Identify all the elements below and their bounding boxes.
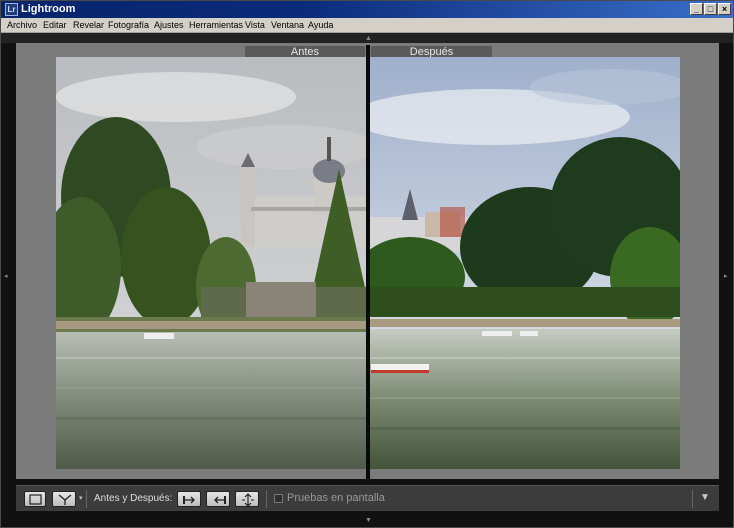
bottom-toolbar: ▾ Antes y Después: Pruebas en pantalla ▼ <box>16 485 719 511</box>
before-after-divider[interactable] <box>366 45 370 481</box>
window-title: Lightroom <box>21 3 76 15</box>
menu-ventana[interactable]: Ventana <box>271 19 304 31</box>
menu-bar: Archivo Editar Revelar Fotografía Ajuste… <box>1 18 733 33</box>
menu-revelar[interactable]: Revelar <box>73 19 104 31</box>
swap-vertical-icon[interactable] <box>235 491 259 507</box>
menu-fotografia[interactable]: Fotografía <box>108 19 149 31</box>
after-photo[interactable] <box>370 57 680 469</box>
menu-archivo[interactable]: Archivo <box>7 19 37 31</box>
top-panel-toggle-icon[interactable]: ▲ <box>365 35 372 43</box>
menu-ajustes[interactable]: Ajustes <box>154 19 184 31</box>
view-options-chevron-down-icon[interactable]: ▾ <box>79 495 83 503</box>
soft-proofing-checkbox[interactable] <box>274 494 283 503</box>
soft-proofing-label: Pruebas en pantalla <box>287 492 385 504</box>
before-photo[interactable] <box>56 57 367 469</box>
loupe-view-icon[interactable] <box>24 491 46 507</box>
menu-editar[interactable]: Editar <box>43 19 67 31</box>
right-panel-toggle-icon[interactable]: ▸ <box>724 273 728 281</box>
title-bar[interactable]: Lr Lightroom _ □ × <box>1 1 733 18</box>
left-panel-toggle-icon[interactable]: ◂ <box>4 273 8 281</box>
menu-ayuda[interactable]: Ayuda <box>308 19 333 31</box>
arrow-left-icon[interactable] <box>206 491 230 507</box>
before-after-label: Antes y Después: <box>94 493 173 504</box>
lightroom-app-icon: Lr <box>5 3 18 16</box>
maximize-button[interactable]: □ <box>704 3 717 15</box>
minimize-button[interactable]: _ <box>690 3 703 15</box>
menu-vista[interactable]: Vista <box>245 19 265 31</box>
before-after-split-icon[interactable] <box>52 491 76 507</box>
close-button[interactable]: × <box>718 3 731 15</box>
toolbar-separator <box>86 490 87 508</box>
toolbar-separator <box>266 490 267 508</box>
menu-herramientas[interactable]: Herramientas <box>189 19 243 31</box>
bottom-panel-toggle-icon[interactable]: ▼ <box>365 517 372 525</box>
app-window: Lr Lightroom _ □ × Archivo Editar Revela… <box>0 0 734 528</box>
triangle-down-icon[interactable]: ▼ <box>700 492 710 504</box>
toolbar-separator <box>692 490 693 508</box>
arrow-right-icon[interactable] <box>177 491 201 507</box>
